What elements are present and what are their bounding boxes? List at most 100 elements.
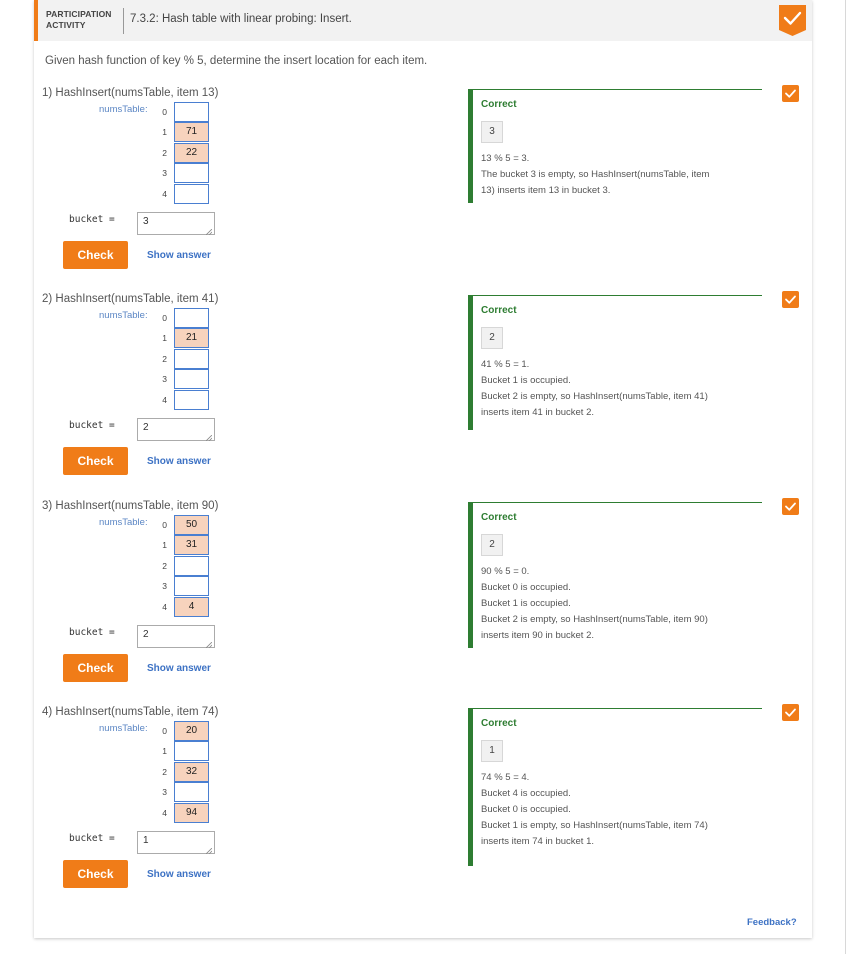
slot-index: 4 [162, 808, 167, 818]
explanation-line: 13 % 5 = 3. [481, 153, 530, 164]
slot-index: 0 [162, 107, 167, 117]
slot-index: 4 [162, 395, 167, 405]
explanation-line: The bucket 3 is empty, so HashInsert(num… [481, 169, 710, 180]
submitted-answer: 2 [481, 534, 503, 556]
slot-index: 3 [162, 581, 167, 591]
show-answer-link[interactable]: Show answer [147, 456, 211, 467]
resize-grip-icon [205, 845, 213, 855]
question-title: 1) HashInsert(numsTable, item 13) [42, 87, 219, 99]
explanation-line: 13) inserts item 13 in bucket 3. [481, 185, 611, 196]
explanation-line: 41 % 5 = 1. [481, 359, 530, 370]
slot-index: 1 [162, 540, 167, 550]
participation-activity: PARTICIPATION ACTIVITY 7.3.2: Hash table… [34, 0, 812, 938]
hash-table-slot: 20 [174, 721, 209, 741]
bucket-input[interactable]: 2 [137, 418, 215, 442]
feedback-explanation: 74 % 5 = 4. Bucket 4 is occupied. Bucket 0… [481, 770, 761, 850]
slot-index: 1 [162, 746, 167, 756]
bucket-label: bucket = [69, 627, 115, 638]
hash-table-slot [174, 163, 209, 183]
feedback-panel: Correct 1 74 % 5 = 4. Bucket 4 is occupied.… [468, 708, 762, 866]
feedback-panel: Correct 2 41 % 5 = 1. Bucket 1 is occupied.… [468, 295, 762, 430]
submitted-answer: 3 [481, 121, 503, 143]
header-accent-bar [34, 0, 38, 41]
slot-index: 2 [162, 561, 167, 571]
check-button[interactable]: Check [63, 654, 128, 682]
feedback-status: Correct [481, 718, 517, 729]
resize-grip-icon [205, 639, 213, 649]
activity-title: 7.3.2: Hash table with linear probing: I… [130, 13, 352, 25]
explanation-line: Bucket 0 is occupied. [481, 804, 571, 815]
page-divider [845, 0, 846, 954]
show-answer-link[interactable]: Show answer [147, 869, 211, 880]
slot-index: 3 [162, 374, 167, 384]
slot-index: 2 [162, 148, 167, 158]
resize-grip-icon [205, 432, 213, 442]
explanation-line: Bucket 2 is empty, so HashInsert(numsTab… [481, 614, 708, 625]
show-answer-link[interactable]: Show answer [147, 663, 211, 674]
hash-table-slot [174, 782, 209, 802]
hash-table-slot [174, 369, 209, 389]
bucket-label: bucket = [69, 420, 115, 431]
show-answer-link[interactable]: Show answer [147, 250, 211, 261]
table-label: numsTable: [99, 723, 148, 734]
feedback-explanation: 90 % 5 = 0. Bucket 0 is occupied. Bucket 1… [481, 564, 761, 644]
bucket-input[interactable]: 1 [137, 831, 215, 855]
hash-table-slot [174, 308, 209, 328]
label-line1: PARTICIPATION [46, 9, 112, 19]
question-title: 3) HashInsert(numsTable, item 90) [42, 500, 219, 512]
explanation-line: Bucket 4 is occupied. [481, 788, 571, 799]
slot-index: 2 [162, 354, 167, 364]
activity-header: PARTICIPATION ACTIVITY 7.3.2: Hash table… [34, 0, 812, 41]
hash-table-slot [174, 102, 209, 122]
hash-table-slot: 21 [174, 328, 209, 348]
instructions: Given hash function of key % 5, determin… [45, 55, 428, 67]
slot-index: 1 [162, 127, 167, 137]
explanation-line: inserts item 90 in bucket 2. [481, 630, 594, 641]
check-button[interactable]: Check [63, 241, 128, 269]
feedback-explanation: 41 % 5 = 1. Bucket 1 is occupied. Bucket 2… [481, 357, 761, 421]
header-separator [123, 8, 124, 34]
resize-grip-icon [205, 226, 213, 236]
check-button[interactable]: Check [63, 860, 128, 888]
slot-index: 1 [162, 333, 167, 343]
explanation-line: Bucket 0 is occupied. [481, 582, 571, 593]
explanation-line: 90 % 5 = 0. [481, 566, 530, 577]
checkmark-icon [782, 291, 799, 308]
checkmark-icon [779, 5, 806, 36]
bucket-input-value: 1 [143, 835, 149, 846]
checkmark-icon [782, 498, 799, 515]
hash-table-slot [174, 741, 209, 761]
hash-table-slot: 22 [174, 143, 209, 163]
feedback-status: Correct [481, 99, 517, 110]
question-2: 2) HashInsert(numsTable, item 41) numsTab… [34, 291, 812, 493]
slot-index: 3 [162, 168, 167, 178]
hash-table-slot: 94 [174, 803, 209, 823]
participation-activity-label: PARTICIPATION ACTIVITY [46, 9, 120, 31]
hash-table-slot [174, 576, 209, 596]
feedback-panel: Correct 3 13 % 5 = 3. The bucket 3 is empty… [468, 89, 762, 203]
bucket-label: bucket = [69, 214, 115, 225]
bucket-input[interactable]: 3 [137, 212, 215, 236]
hash-table-slot [174, 349, 209, 369]
question-title: 4) HashInsert(numsTable, item 74) [42, 706, 219, 718]
checkmark-icon [782, 85, 799, 102]
question-3: 3) HashInsert(numsTable, item 90) numsTab… [34, 498, 812, 700]
question-title: 2) HashInsert(numsTable, item 41) [42, 293, 219, 305]
explanation-line: Bucket 1 is occupied. [481, 375, 571, 386]
checkmark-icon [782, 704, 799, 721]
slot-index: 4 [162, 189, 167, 199]
slot-index: 4 [162, 602, 167, 612]
hash-table-slot: 50 [174, 515, 209, 535]
bucket-input[interactable]: 2 [137, 625, 215, 649]
check-button[interactable]: Check [63, 447, 128, 475]
bucket-input-value: 3 [143, 216, 149, 227]
hash-table-slot [174, 184, 209, 204]
slot-index: 2 [162, 767, 167, 777]
feedback-panel: Correct 2 90 % 5 = 0. Bucket 0 is occupied.… [468, 502, 762, 648]
feedback-link[interactable]: Feedback? [747, 917, 797, 928]
hash-table-slot [174, 556, 209, 576]
explanation-line: Bucket 1 is occupied. [481, 598, 571, 609]
bucket-input-value: 2 [143, 629, 149, 640]
table-label: numsTable: [99, 104, 148, 115]
hash-table-slot [174, 390, 209, 410]
